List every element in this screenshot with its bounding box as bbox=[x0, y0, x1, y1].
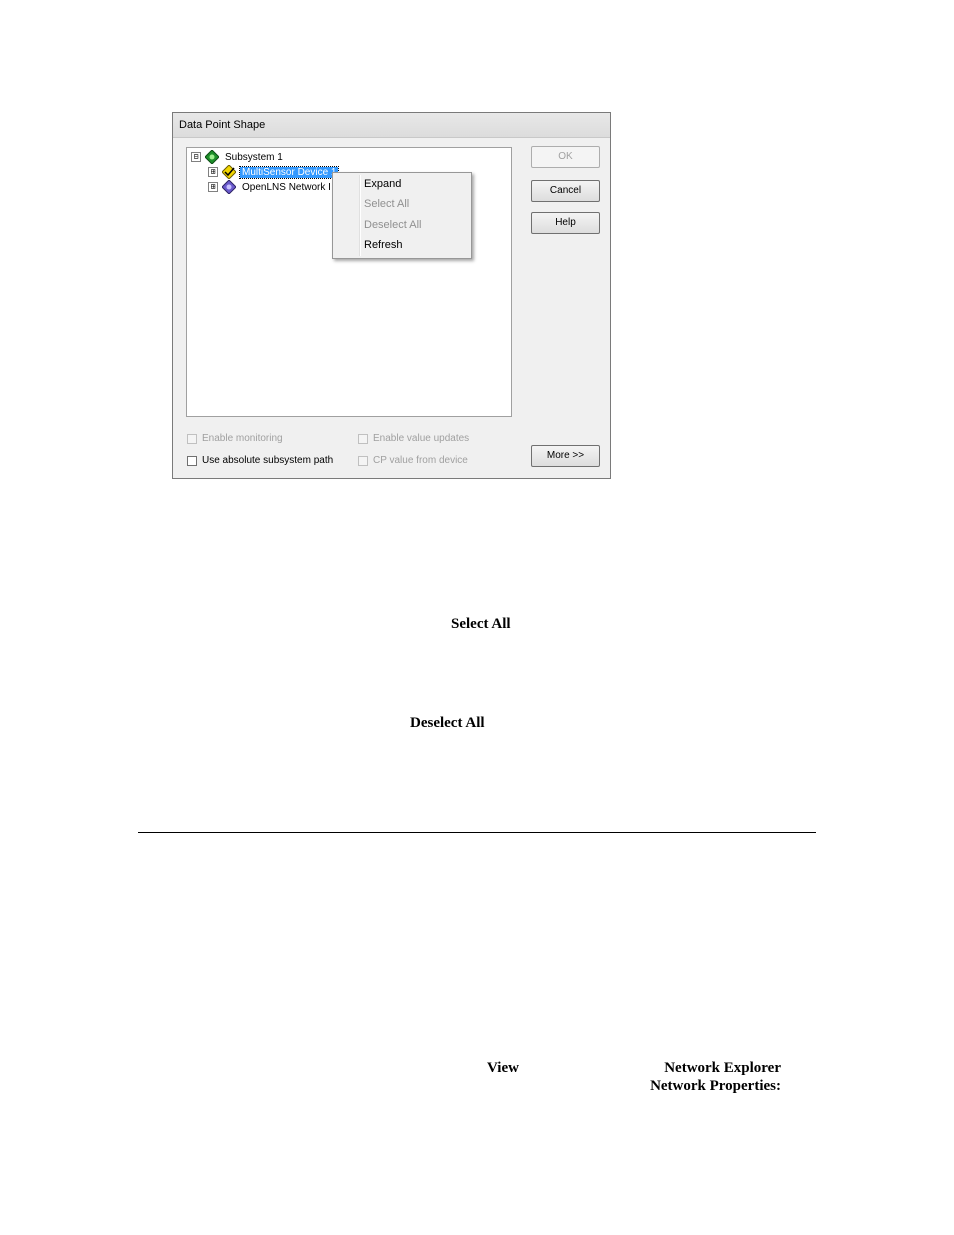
menu-item-refresh[interactable]: Refresh bbox=[364, 239, 403, 251]
expand-icon[interactable]: ⊞ bbox=[208, 182, 218, 192]
tree-node-label: Subsystem 1 bbox=[225, 151, 283, 163]
dialog-titlebar[interactable]: Data Point Shape bbox=[173, 113, 610, 138]
green-diamond-icon bbox=[205, 150, 219, 164]
context-menu: Expand Select All Deselect All Refresh bbox=[332, 172, 472, 259]
menu-item-deselect-all[interactable]: Deselect All bbox=[364, 219, 421, 231]
checkbox-label: CP value from device bbox=[373, 455, 468, 466]
checkbox-box bbox=[187, 433, 197, 444]
data-point-shape-dialog: Data Point Shape ⊟ Subsystem 1 ⊞ MultiSe… bbox=[172, 112, 611, 479]
doc-network-explorer: Network Explorer bbox=[664, 1060, 781, 1076]
doc-view: View bbox=[487, 1060, 519, 1076]
doc-deselect-all: Deselect All bbox=[410, 715, 485, 731]
cancel-button[interactable]: Cancel bbox=[531, 180, 600, 202]
checkbox-label: Enable monitoring bbox=[202, 433, 283, 444]
tree-node-multisensor-device[interactable]: ⊞ MultiSensor Device 1 bbox=[208, 165, 340, 179]
ok-button[interactable]: OK bbox=[531, 146, 600, 168]
collapse-icon[interactable]: ⊟ bbox=[191, 152, 201, 162]
checkbox-box bbox=[187, 455, 197, 466]
doc-select-all: Select All bbox=[451, 616, 511, 632]
help-button[interactable]: Help bbox=[531, 212, 600, 234]
dialog-title: Data Point Shape bbox=[179, 119, 266, 131]
tree-node-subsystem[interactable]: ⊟ Subsystem 1 bbox=[191, 150, 285, 164]
checkbox-label: Enable value updates bbox=[373, 433, 470, 444]
doc-network-properties: Network Properties: bbox=[650, 1078, 781, 1094]
purple-diamond-icon bbox=[222, 180, 236, 194]
cp-value-from-device-checkbox[interactable]: CP value from device bbox=[358, 455, 468, 466]
enable-value-updates-checkbox[interactable]: Enable value updates bbox=[358, 433, 469, 444]
more-button[interactable]: More >> bbox=[531, 445, 600, 467]
tree-node-openlns-network[interactable]: ⊞ OpenLNS Network I bbox=[208, 180, 333, 194]
menu-item-expand[interactable]: Expand bbox=[364, 178, 401, 190]
tree-node-label: MultiSensor Device 1 bbox=[238, 165, 340, 179]
checkbox-box bbox=[358, 433, 368, 444]
expand-icon[interactable]: ⊞ bbox=[208, 167, 218, 177]
tree-node-label: OpenLNS Network I bbox=[242, 181, 331, 193]
checkbox-box bbox=[358, 455, 368, 466]
enable-monitoring-checkbox[interactable]: Enable monitoring bbox=[187, 433, 283, 444]
yellow-diamond-check-icon bbox=[222, 165, 236, 179]
section-divider bbox=[138, 832, 816, 833]
use-absolute-path-checkbox[interactable]: Use absolute subsystem path bbox=[187, 455, 333, 466]
menu-item-select-all[interactable]: Select All bbox=[364, 198, 409, 210]
checkbox-label: Use absolute subsystem path bbox=[202, 455, 334, 466]
